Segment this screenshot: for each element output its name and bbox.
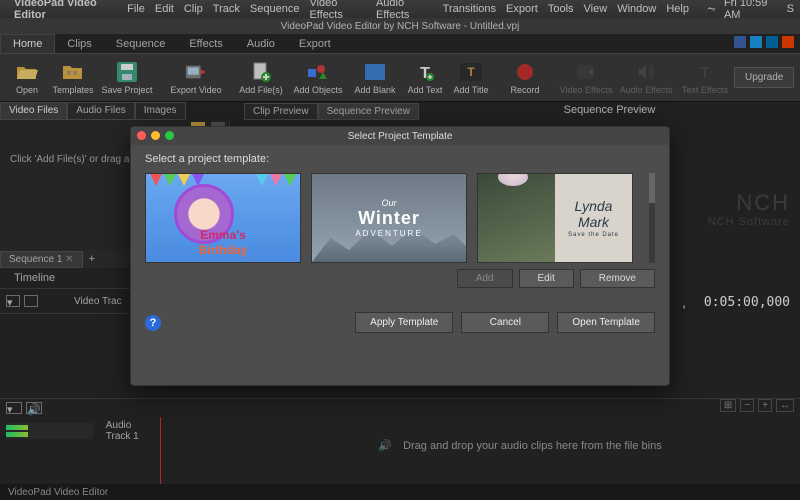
dialog-titlebar: Select Project Template (131, 127, 669, 145)
open-template-button[interactable]: Open Template (557, 312, 655, 333)
template-scrollbar[interactable] (649, 173, 655, 263)
dialog-title: Select Project Template (348, 131, 453, 142)
dialog-prompt: Select a project template: (145, 153, 655, 165)
remove-button[interactable]: Remove (580, 269, 655, 288)
template-wedding[interactable]: Lynda Mark Save the Date (477, 173, 633, 263)
add-button[interactable]: Add (457, 269, 513, 288)
edit-button[interactable]: Edit (519, 269, 574, 288)
apply-template-button[interactable]: Apply Template (355, 312, 453, 333)
template-birthday[interactable]: Emma'sBirthday (145, 173, 301, 263)
minimize-icon[interactable] (151, 131, 160, 140)
select-template-dialog: Select Project Template Select a project… (130, 126, 670, 386)
zoom-icon[interactable] (165, 131, 174, 140)
close-icon[interactable] (137, 131, 146, 140)
cancel-button[interactable]: Cancel (461, 312, 549, 333)
template-winter[interactable]: Our Winter ADVENTURE (311, 173, 467, 263)
help-icon[interactable]: ? (145, 315, 161, 331)
template-list: Emma'sBirthday Our Winter ADVENTURE Lynd… (145, 173, 639, 263)
